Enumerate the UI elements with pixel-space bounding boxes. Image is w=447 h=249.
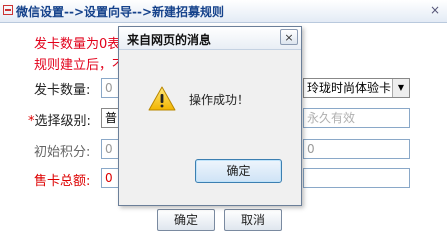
window-close-icon[interactable]: ×: [427, 2, 443, 18]
dialog-message: 操作成功！: [189, 93, 250, 107]
warning-icon: [148, 86, 176, 111]
dialog-title: 来自网页的消息: [127, 33, 212, 47]
card-type-select[interactable]: 玲珑时尚体验卡 ▼: [303, 78, 410, 98]
window-titlebar: 微信设置-->设置向导-->新建招募规则 ×: [0, 0, 447, 23]
initial-points-label: 初始积分:: [34, 145, 91, 160]
level-label-text: 选择级别:: [34, 114, 91, 129]
window-title: 微信设置-->设置向导-->新建招募规则: [16, 5, 225, 19]
card-type-select-value: 玲珑时尚体验卡: [307, 81, 392, 95]
dialog-close-icon[interactable]: ×: [280, 29, 298, 45]
right-input-1[interactable]: 0: [303, 139, 410, 159]
right-input-2[interactable]: [303, 168, 410, 188]
level-label: *选择级别:: [28, 110, 91, 129]
window-icon: [3, 5, 13, 15]
total-sales-label: 售卡总额:: [34, 174, 91, 189]
cancel-button[interactable]: 取消: [224, 209, 282, 231]
dialog-titlebar: 来自网页的消息 ×: [119, 27, 301, 50]
chevron-down-icon[interactable]: ▼: [392, 79, 409, 97]
confirm-button[interactable]: 确定: [157, 209, 215, 231]
message-dialog: 来自网页的消息 × 操作成功！ 确定: [118, 26, 302, 206]
validity-input[interactable]: 永久有效: [303, 108, 410, 128]
dialog-ok-button[interactable]: 确定: [195, 159, 282, 183]
card-count-label: 发卡数量:: [34, 83, 91, 98]
